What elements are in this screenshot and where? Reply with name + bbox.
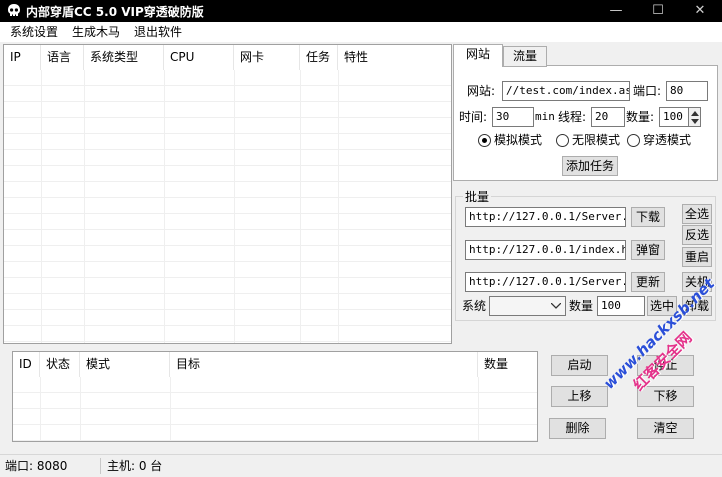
update-button[interactable]: 更新 [631, 272, 665, 292]
move-up-button[interactable]: 上移 [551, 386, 608, 407]
grid-line [84, 70, 85, 343]
status-hosts: 主机: 0 台 [107, 459, 163, 473]
invert-selection-button[interactable]: 反选 [682, 225, 712, 245]
count-spinner-buttons[interactable] [688, 107, 701, 127]
port-input[interactable]: 80 [666, 81, 708, 101]
count-spinner[interactable]: 100 [659, 107, 689, 127]
time-label: 时间: [459, 110, 488, 124]
threads-input[interactable]: 20 [591, 107, 625, 127]
grid-line [41, 70, 42, 343]
host-list[interactable]: IP 语言 系统类型 CPU 网卡 任务 特性 [3, 44, 452, 344]
column-header-task[interactable]: 任务 [300, 45, 338, 70]
column-header-ip[interactable]: IP [4, 45, 41, 70]
host-list-header: IP 语言 系统类型 CPU 网卡 任务 特性 [4, 45, 451, 70]
column-header-nic[interactable]: 网卡 [234, 45, 300, 70]
system-label: 系统 [462, 299, 487, 313]
window-title: 内部穿盾CC 5.0 VIP穿透破防版 [26, 5, 204, 19]
skull-icon [8, 4, 20, 16]
batch-count-label: 数量 [569, 299, 594, 313]
close-button[interactable]: ✕ [680, 0, 720, 22]
chevron-down-icon[interactable] [551, 303, 561, 309]
status-bar: 端口: 8080 主机: 0 台 [0, 454, 722, 477]
column-header-cpu[interactable]: CPU [164, 45, 234, 70]
column-header-id[interactable]: ID [13, 352, 40, 377]
batch-group-label: 批量 [463, 190, 492, 204]
grid-line [164, 70, 165, 343]
host-list-rows [4, 70, 451, 343]
status-separator [100, 458, 101, 474]
time-input[interactable]: 30 [492, 107, 534, 127]
site-url-input[interactable]: //test.com/index.asp [502, 81, 630, 101]
download-button[interactable]: 下载 [631, 207, 665, 227]
grid-line [40, 377, 41, 441]
mode-radio-penetrate[interactable] [627, 134, 640, 147]
task-list-rows [13, 377, 537, 441]
mode-radio-unlimited[interactable] [556, 134, 569, 147]
menu-bar: 系统设置 生成木马 退出软件 [0, 22, 722, 42]
column-header-mode[interactable]: 模式 [80, 352, 170, 377]
title-bar: 内部穿盾CC 5.0 VIP穿透破防版 — ☐ ✕ [0, 0, 722, 22]
add-task-button[interactable]: 添加任务 [562, 156, 618, 176]
tab-traffic[interactable]: 流量 [503, 46, 547, 67]
menu-generate-trojan[interactable]: 生成木马 [72, 24, 120, 40]
threads-label: 线程: [558, 110, 587, 124]
column-header-status[interactable]: 状态 [40, 352, 80, 377]
download-url-input[interactable]: http://127.0.0.1/Server.exe [465, 207, 626, 227]
spinner-down-icon[interactable] [691, 119, 699, 125]
status-port: 端口: 8080 [5, 459, 68, 473]
column-header-feature[interactable]: 特性 [338, 45, 451, 70]
delete-button[interactable]: 删除 [549, 418, 606, 439]
popup-url-input[interactable]: http://127.0.0.1/index.htm [465, 240, 626, 260]
mode-radio-simulate[interactable] [478, 134, 491, 147]
grid-line [338, 70, 339, 343]
column-header-count[interactable]: 数量 [478, 352, 537, 377]
grid-line [234, 70, 235, 343]
batch-count-input[interactable]: 100 [597, 296, 645, 316]
site-label: 网站: [467, 84, 496, 98]
column-header-os-type[interactable]: 系统类型 [84, 45, 164, 70]
grid-line [170, 377, 171, 441]
popup-button[interactable]: 弹窗 [631, 240, 665, 260]
mode-label-simulate[interactable]: 模拟模式 [494, 130, 542, 150]
spinner-up-icon[interactable] [691, 110, 699, 116]
minimize-button[interactable]: — [596, 0, 636, 22]
maximize-button[interactable]: ☐ [638, 0, 678, 22]
count-label: 数量: [626, 110, 655, 124]
tab-site[interactable]: 网站 [453, 44, 503, 67]
grid-line [300, 70, 301, 343]
grid-line [478, 377, 479, 441]
start-button[interactable]: 启动 [551, 355, 608, 376]
time-unit-label: min [535, 110, 555, 123]
port-label: 端口: [633, 84, 662, 98]
update-url-input[interactable]: http://127.0.0.1/Server.exe [465, 272, 626, 292]
menu-exit[interactable]: 退出软件 [134, 24, 182, 40]
mode-label-unlimited[interactable]: 无限模式 [572, 130, 620, 150]
task-list[interactable]: ID 状态 模式 目标 数量 [12, 351, 538, 442]
task-list-header: ID 状态 模式 目标 数量 [13, 352, 537, 377]
column-header-language[interactable]: 语言 [41, 45, 84, 70]
menu-system-settings[interactable]: 系统设置 [10, 24, 58, 40]
restart-button[interactable]: 重启 [682, 247, 712, 267]
mode-label-penetrate[interactable]: 穿透模式 [643, 130, 691, 150]
select-all-button[interactable]: 全选 [682, 204, 712, 224]
column-header-target[interactable]: 目标 [170, 352, 478, 377]
grid-line [80, 377, 81, 441]
